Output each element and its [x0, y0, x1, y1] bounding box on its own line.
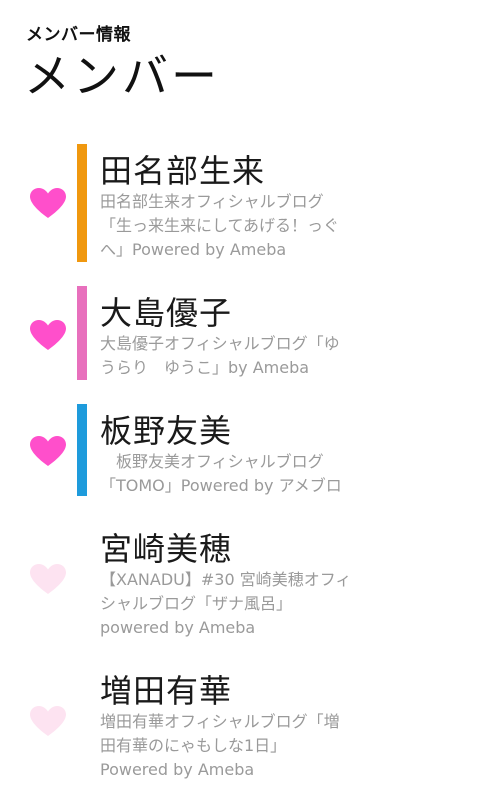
member-item-oshima[interactable]: 大島優子 大島優子オフィシャルブログ「ゆ うらり ゆうこ」by Ameba	[0, 286, 480, 380]
blog-line: 田名部生来オフィシャルブログ	[100, 192, 324, 211]
blog-line: 大島優子オフィシャルブログ「ゆ	[100, 334, 340, 353]
page-title: メンバー	[24, 49, 220, 103]
blog-line: 板野友美オフィシャルブログ	[100, 452, 324, 471]
member-blog-title: 【XANADU】#30 宮崎美穂オフィ シャルブログ「ザナ風呂」 powered…	[100, 568, 390, 640]
member-blog-title: 増田有華オフィシャルブログ「増 田有華のにゃもしな1日」 Powered by …	[100, 710, 390, 782]
accent-bar	[77, 404, 87, 496]
heart-shape	[30, 564, 66, 594]
blog-line: Powered by Ameba	[100, 760, 255, 779]
member-blog-title: 大島優子オフィシャルブログ「ゆ うらり ゆうこ」by Ameba	[100, 332, 390, 380]
blog-line: 「生っ来生来にしてあげる！っぐ	[100, 216, 340, 235]
heart-filled-icon[interactable]	[30, 320, 66, 352]
blog-line: 田有華のにゃもしな1日」	[100, 736, 287, 755]
heart-shape	[30, 706, 66, 736]
accent-bar	[77, 286, 87, 380]
member-item-miyazaki[interactable]: 宮崎美穂 【XANADU】#30 宮崎美穂オフィ シャルブログ「ザナ風呂」 po…	[0, 522, 480, 642]
member-item-tanabe[interactable]: 田名部生来 田名部生来オフィシャルブログ 「生っ来生来にしてあげる！っぐ へ」P…	[0, 144, 480, 262]
accent-bar	[77, 144, 87, 262]
member-name: 板野友美	[100, 412, 233, 450]
member-name: 増田有華	[100, 672, 233, 710]
heart-filled-icon[interactable]	[30, 436, 66, 468]
member-name: 大島優子	[100, 294, 233, 332]
member-name: 宮崎美穂	[100, 530, 233, 568]
blog-line: うらり ゆうこ」by Ameba	[100, 358, 310, 377]
blog-line: へ」Powered by Ameba	[100, 240, 287, 259]
blog-line: powered by Ameba	[100, 618, 256, 637]
member-blog-title: 田名部生来オフィシャルブログ 「生っ来生来にしてあげる！っぐ へ」Powered…	[100, 190, 390, 262]
member-item-itano[interactable]: 板野友美 板野友美オフィシャルブログ 「TOMO」Powered by アメブロ	[0, 404, 480, 496]
blog-line: 【XANADU】#30 宮崎美穂オフィ	[100, 570, 352, 589]
heart-shape	[30, 436, 66, 466]
member-blog-title: 板野友美オフィシャルブログ 「TOMO」Powered by アメブロ	[100, 450, 390, 498]
blog-line: 増田有華オフィシャルブログ「増	[100, 712, 340, 731]
heart-shape	[30, 320, 66, 350]
blog-line: 「TOMO」Powered by アメブロ	[100, 476, 342, 495]
blog-line: シャルブログ「ザナ風呂」	[100, 594, 293, 613]
member-item-masuda[interactable]: 増田有華 増田有華オフィシャルブログ「増 田有華のにゃもしな1日」 Powere…	[0, 664, 480, 784]
heart-shape	[30, 188, 66, 218]
heart-filled-icon[interactable]	[30, 188, 66, 220]
heart-outline-icon[interactable]	[30, 706, 66, 738]
heart-outline-icon[interactable]	[30, 564, 66, 596]
member-name: 田名部生来	[100, 152, 266, 190]
